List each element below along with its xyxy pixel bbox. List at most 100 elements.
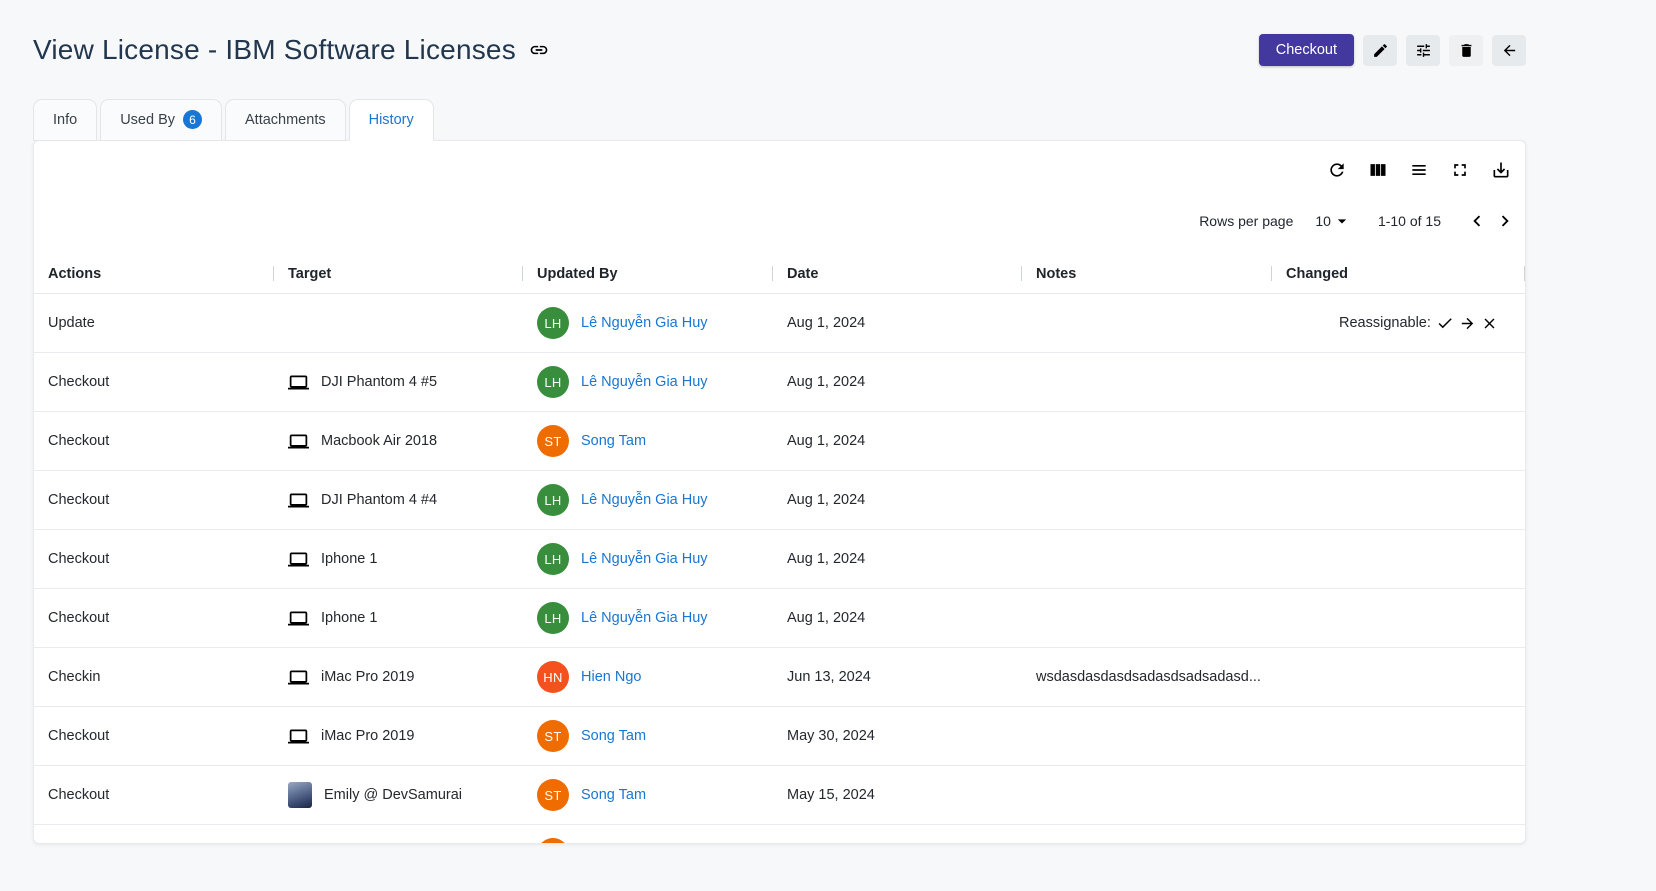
laptop-icon [288,431,309,452]
next-page-button[interactable] [1491,207,1519,235]
target-cell: Iphone 1 [274,608,523,629]
laptop-icon [288,490,309,511]
page: View License - IBM Software Licenses Che… [0,0,1656,844]
header-actions: Checkout [1259,34,1526,66]
table-toolbar [34,141,1525,180]
target-label: Iphone 1 [321,610,377,626]
checkout-button[interactable]: Checkout [1259,34,1354,66]
updated-by-cell: LH Lê Nguyễn Gia Huy [523,366,773,398]
pagination: Rows per page 10 1-10 of 15 [34,207,1525,235]
date-cell: Aug 1, 2024 [773,610,1022,626]
table-row: Checkout Iphone 1 LH Lê Nguyễn Gia Huy A… [34,530,1525,589]
back-button[interactable] [1492,35,1526,66]
tune-icon [1415,42,1432,59]
check-icon [1436,314,1454,332]
action-cell: Checkout [34,551,274,567]
user-link[interactable]: Song Tam [581,787,646,803]
download-icon[interactable] [1491,160,1511,180]
rows-per-page-label: Rows per page [1199,213,1293,229]
laptop-icon [288,667,309,688]
updated-by-cell: ST Song Tam [523,720,773,752]
table-row [34,825,1525,844]
fullscreen-icon[interactable] [1450,160,1470,180]
updated-by-cell: LH Lê Nguyễn Gia Huy [523,602,773,634]
tab-attachments[interactable]: Attachments [225,99,346,141]
avatar: ST [537,425,569,457]
target-cell: Macbook Air 2018 [274,431,523,452]
table-row: Checkout Emily @ DevSamurai ST Song Tam … [34,766,1525,825]
table-row: Checkout DJI Phantom 4 #4 LH Lê Nguyễn G… [34,471,1525,530]
tab-history[interactable]: History [349,99,434,141]
date-cell: Aug 1, 2024 [773,315,1022,331]
avatar: LH [537,307,569,339]
updated-by-cell: LH Lê Nguyễn Gia Huy [523,484,773,516]
target-label: iMac Pro 2019 [321,669,415,685]
user-link[interactable]: Song Tam [581,728,646,744]
notes-cell: wsdasdasdasdsadasdsadsadasd... [1022,669,1272,685]
target-label: DJI Phantom 4 #5 [321,374,437,390]
action-cell: Checkout [34,433,274,449]
user-link[interactable]: Lê Nguyễn Gia Huy [581,610,708,626]
tab-used-by[interactable]: Used By 6 [100,99,222,141]
updated-by-cell: HN Hien Ngo [523,661,773,693]
tab-info[interactable]: Info [33,99,97,141]
avatar: LH [537,484,569,516]
table-row: Checkin iMac Pro 2019 HN Hien Ngo Jun 13… [34,648,1525,707]
date-cell: Aug 1, 2024 [773,433,1022,449]
target-cell: iMac Pro 2019 [274,726,523,747]
edit-button[interactable] [1363,35,1397,66]
avatar: HN [537,661,569,693]
changed-label: Reassignable: [1339,315,1431,331]
avatar: ST [537,779,569,811]
chevron-right-icon [1494,210,1516,232]
copy-link-icon[interactable] [529,40,549,60]
chevron-left-icon [1466,210,1488,232]
avatar: LH [537,543,569,575]
action-cell: Checkout [34,787,274,803]
density-icon[interactable] [1409,160,1429,180]
target-label: iMac Pro 2019 [321,728,415,744]
arrow-right-icon [1459,315,1476,332]
target-label: DJI Phantom 4 #4 [321,492,437,508]
column-header-updated-by: Updated By [523,254,773,293]
arrow-back-icon [1501,42,1518,59]
user-link[interactable]: Lê Nguyễn Gia Huy [581,315,708,331]
columns-icon[interactable] [1368,160,1388,180]
refresh-icon[interactable] [1327,160,1347,180]
laptop-icon [288,549,309,570]
table-row: Checkout iMac Pro 2019 ST Song Tam May 3… [34,707,1525,766]
user-photo-thumbnail [288,782,312,808]
date-cell: May 30, 2024 [773,728,1022,744]
target-cell: Emily @ DevSamurai [274,782,523,808]
table-row: Checkout Macbook Air 2018 ST Song Tam Au… [34,412,1525,471]
user-link[interactable]: Lê Nguyễn Gia Huy [581,374,708,390]
page-title: View License - IBM Software Licenses [33,34,516,66]
action-cell: Update [34,315,274,331]
delete-button[interactable] [1449,35,1483,66]
used-by-count-badge: 6 [183,110,202,129]
notes-text: wsdasdasdasdsadasdsadsadasd... [1036,669,1261,685]
target-label: Emily @ DevSamurai [324,787,462,803]
user-link[interactable]: Lê Nguyễn Gia Huy [581,492,708,508]
target-cell: iMac Pro 2019 [274,667,523,688]
user-link[interactable]: Song Tam [581,433,646,449]
page-header: View License - IBM Software Licenses Che… [33,0,1526,70]
user-link[interactable]: Lê Nguyễn Gia Huy [581,551,708,567]
action-cell: Checkin [34,669,274,685]
action-cell: Checkout [34,374,274,390]
avatar: LH [537,366,569,398]
target-label: Macbook Air 2018 [321,433,437,449]
user-link[interactable]: Hien Ngo [581,669,641,685]
settings-button[interactable] [1406,35,1440,66]
chevron-down-icon [1332,211,1352,231]
avatar: LH [537,602,569,634]
target-cell: Iphone 1 [274,549,523,570]
date-cell: May 15, 2024 [773,787,1022,803]
page-size-select[interactable]: 10 [1315,211,1352,231]
pencil-icon [1372,42,1389,59]
pagination-range: 1-10 of 15 [1378,213,1441,229]
column-header-notes: Notes [1022,254,1272,293]
date-cell: Aug 1, 2024 [773,492,1022,508]
target-label: Iphone 1 [321,551,377,567]
prev-page-button[interactable] [1463,207,1491,235]
